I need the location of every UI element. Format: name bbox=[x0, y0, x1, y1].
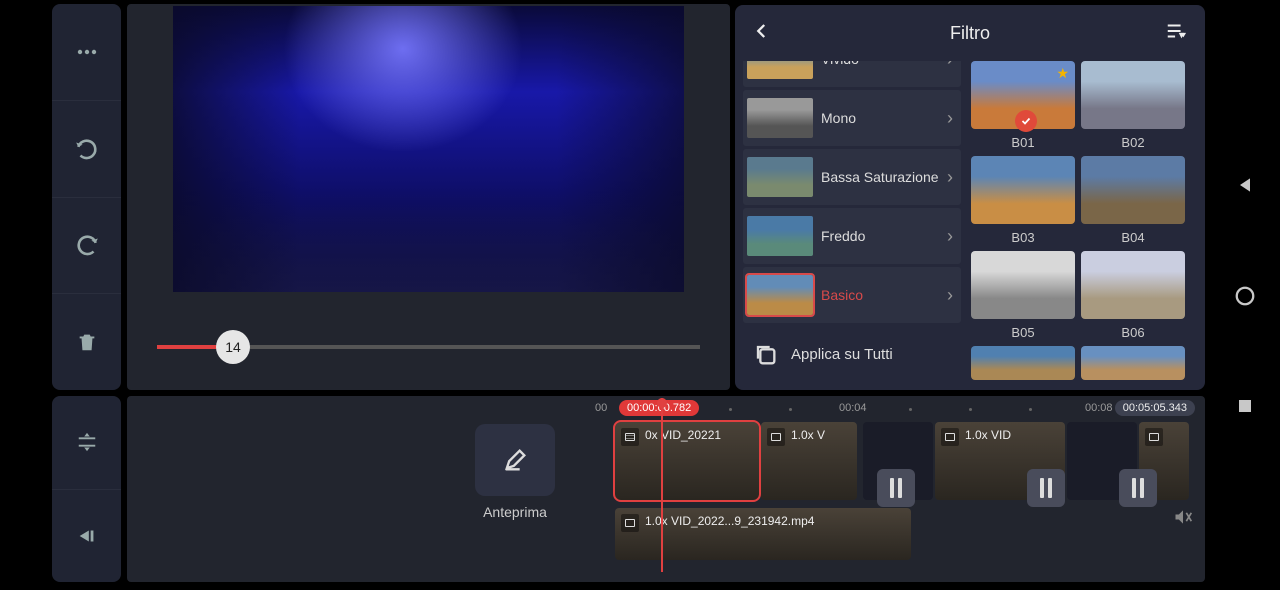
redo-button[interactable] bbox=[52, 198, 121, 295]
category-label: Basico bbox=[821, 287, 947, 303]
category-label: Freddo bbox=[821, 228, 947, 244]
end-time: 00:05:05.343 bbox=[1115, 400, 1195, 416]
film-icon bbox=[621, 428, 639, 446]
sort-button[interactable] bbox=[1165, 20, 1187, 47]
clip-label: 0x VID_20221 bbox=[645, 428, 721, 442]
filter-b06[interactable]: B06 bbox=[1081, 251, 1185, 340]
intensity-slider[interactable]: 14 bbox=[157, 322, 700, 372]
category-freddo[interactable]: Freddo › bbox=[743, 208, 961, 264]
category-list: Vivido › Mono › Bassa Saturazione › Fred… bbox=[735, 61, 965, 390]
clip[interactable]: 1.0x V bbox=[761, 422, 857, 500]
video-track-1[interactable]: 0x VID_20221 1.0x V 1.0x VID bbox=[615, 422, 1199, 500]
ruler-tick: 00:04 bbox=[839, 402, 867, 414]
ruler-tick: 00 bbox=[595, 402, 607, 414]
chevron-right-icon: › bbox=[947, 108, 953, 129]
filter-panel: Filtro Vivido › Mono › Bassa Sat bbox=[735, 5, 1205, 390]
ruler-tick: 00:08 bbox=[1085, 402, 1113, 414]
star-icon: ★ bbox=[1056, 65, 1069, 82]
filter-label: B01 bbox=[1011, 135, 1034, 150]
apply-all-label: Applica su Tutti bbox=[791, 346, 893, 363]
chevron-left-icon bbox=[753, 22, 771, 40]
filter-b03[interactable]: B03 bbox=[971, 156, 1075, 245]
film-icon bbox=[767, 428, 785, 446]
clip-label: 1.0x VID_2022...9_231942.mp4 bbox=[645, 514, 814, 528]
chevron-right-icon: › bbox=[947, 226, 953, 247]
filter-grid: ★ B01 B02 B03 B04 bbox=[965, 61, 1205, 390]
slider-value[interactable]: 14 bbox=[216, 330, 250, 364]
playhead[interactable] bbox=[661, 398, 663, 572]
system-back-button[interactable] bbox=[1235, 175, 1255, 195]
filter-b01[interactable]: ★ B01 bbox=[971, 61, 1075, 150]
clip-selected[interactable]: 0x VID_20221 bbox=[615, 422, 759, 500]
category-vivido[interactable]: Vivido › bbox=[743, 61, 961, 87]
category-thumb bbox=[747, 157, 813, 197]
tracks-icon bbox=[76, 431, 98, 453]
preview-pane: 14 bbox=[127, 4, 730, 390]
pencil-icon bbox=[501, 446, 529, 474]
chevron-right-icon: › bbox=[947, 167, 953, 188]
system-nav-bar bbox=[1210, 0, 1280, 590]
apply-all-icon bbox=[751, 340, 779, 368]
filter-label: B04 bbox=[1121, 230, 1144, 245]
category-thumb bbox=[747, 216, 813, 256]
undo-icon bbox=[74, 136, 100, 162]
goto-start-icon bbox=[76, 525, 98, 547]
video-track-2[interactable]: 1.0x VID_2022...9_231942.mp4 bbox=[615, 508, 911, 560]
category-label: Mono bbox=[821, 110, 947, 126]
chevron-right-icon: › bbox=[947, 61, 953, 70]
apply-to-all-button[interactable]: Applica su Tutti bbox=[743, 326, 961, 382]
category-thumb bbox=[747, 275, 813, 315]
mute-icon[interactable] bbox=[1173, 507, 1193, 532]
category-thumb bbox=[747, 61, 813, 79]
film-icon bbox=[621, 514, 639, 532]
filter-label: B03 bbox=[1011, 230, 1034, 245]
system-recent-button[interactable] bbox=[1236, 397, 1254, 415]
system-home-button[interactable] bbox=[1234, 285, 1256, 307]
goto-start-button[interactable] bbox=[52, 490, 121, 583]
film-icon bbox=[1145, 428, 1163, 446]
filter-b07[interactable] bbox=[971, 346, 1075, 380]
clip[interactable]: 1.0x VID_2022...9_231942.mp4 bbox=[615, 508, 911, 560]
video-preview[interactable] bbox=[173, 6, 684, 292]
redo-icon bbox=[74, 232, 100, 258]
transition-handle[interactable] bbox=[877, 469, 915, 507]
trash-icon bbox=[76, 331, 98, 353]
bottom-toolbar bbox=[52, 396, 121, 582]
filter-b08[interactable] bbox=[1081, 346, 1185, 380]
more-dots-icon bbox=[75, 40, 99, 64]
chevron-right-icon: › bbox=[947, 285, 953, 306]
transition-handle[interactable] bbox=[1119, 469, 1157, 507]
tracks-button[interactable] bbox=[52, 396, 121, 490]
category-bassa-sat[interactable]: Bassa Saturazione › bbox=[743, 149, 961, 205]
delete-button[interactable] bbox=[52, 294, 121, 390]
preview-button[interactable] bbox=[475, 424, 555, 496]
undo-button[interactable] bbox=[52, 101, 121, 198]
filter-b04[interactable]: B04 bbox=[1081, 156, 1185, 245]
clip-label: 1.0x VID bbox=[965, 428, 1011, 442]
filter-label: B06 bbox=[1121, 325, 1144, 340]
category-label: Vivido bbox=[821, 61, 947, 67]
back-button[interactable] bbox=[753, 22, 771, 45]
check-icon bbox=[1020, 115, 1032, 127]
category-label: Bassa Saturazione bbox=[821, 169, 947, 185]
category-basico[interactable]: Basico › bbox=[743, 267, 961, 323]
sort-list-icon bbox=[1165, 20, 1187, 42]
filter-label: B02 bbox=[1121, 135, 1144, 150]
category-thumb bbox=[747, 98, 813, 138]
category-mono[interactable]: Mono › bbox=[743, 90, 961, 146]
clip-label: 1.0x V bbox=[791, 428, 825, 442]
timeline-pane: Anteprima 00 00:04 00:08 00:00:00.782 00… bbox=[127, 396, 1205, 582]
preview-label: Anteprima bbox=[483, 504, 547, 520]
left-toolbar bbox=[52, 4, 121, 390]
filter-b02[interactable]: B02 bbox=[1081, 61, 1185, 150]
panel-title: Filtro bbox=[735, 23, 1205, 44]
film-icon bbox=[941, 428, 959, 446]
transition-handle[interactable] bbox=[1027, 469, 1065, 507]
more-button[interactable] bbox=[52, 4, 121, 101]
filter-b05[interactable]: B05 bbox=[971, 251, 1075, 340]
selected-badge bbox=[1015, 110, 1037, 132]
filter-label: B05 bbox=[1011, 325, 1034, 340]
